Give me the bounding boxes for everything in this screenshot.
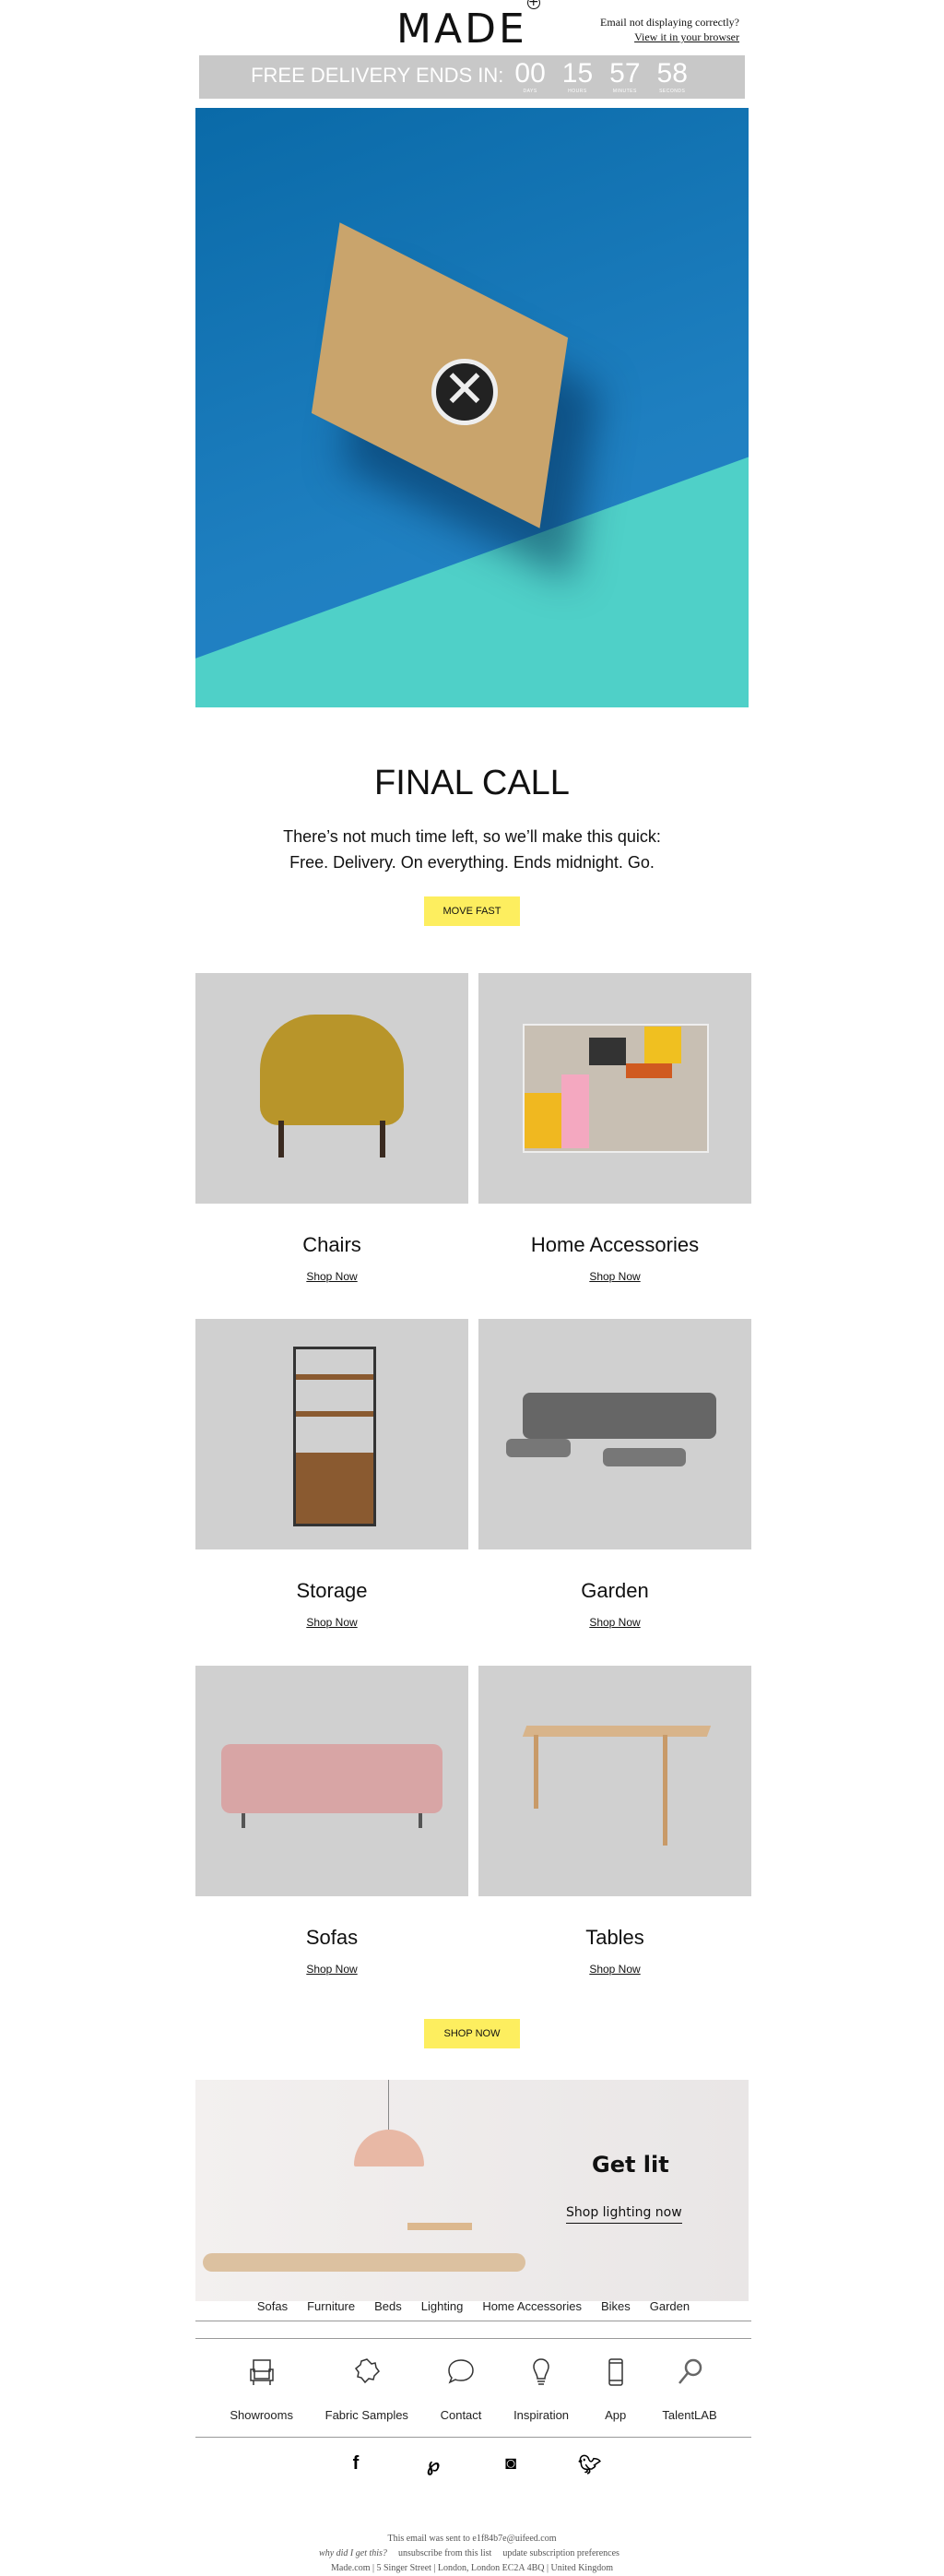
divider xyxy=(195,2437,751,2438)
shop-now-link[interactable]: Shop Now xyxy=(478,1270,751,1283)
footer-nav-furniture[interactable]: Furniture xyxy=(307,2299,355,2313)
footer-nav-beds[interactable]: Beds xyxy=(374,2299,402,2313)
table-image[interactable] xyxy=(478,1666,751,1896)
sent-to-text: This email was sent to e1f84b7e@uifeed.c… xyxy=(387,2534,557,2544)
update-preferences-link[interactable]: update subscription preferences xyxy=(502,2548,620,2558)
shop-now-link[interactable]: Shop Now xyxy=(478,1616,751,1629)
footer-nav-home-accessories[interactable]: Home Accessories xyxy=(482,2299,582,2313)
service-label: Inspiration xyxy=(513,2408,570,2422)
countdown-unit: MINUTES xyxy=(612,89,637,94)
garden-furniture-image[interactable] xyxy=(478,1319,751,1549)
countdown-unit: HOURS xyxy=(568,89,587,94)
address-text: Made.com | 5 Singer Street | London, Lon… xyxy=(331,2563,613,2573)
chair-image[interactable] xyxy=(195,973,468,1204)
category-name: Garden xyxy=(581,1579,649,1602)
service-talentlab[interactable]: TalentLAB xyxy=(662,2356,717,2422)
rug-image[interactable] xyxy=(478,973,751,1204)
social-links: f ℘ ◙ 🐦︎ xyxy=(0,2453,944,2476)
logo-text: MADE xyxy=(396,6,527,53)
countdown-value: 15 xyxy=(561,58,594,89)
category-card-storage: Storage Shop Now xyxy=(195,1319,468,1629)
why-link[interactable]: why did I get this? xyxy=(319,2548,387,2558)
category-card-garden: Garden Shop Now xyxy=(478,1319,751,1629)
footer-nav-garden[interactable]: Garden xyxy=(650,2299,690,2313)
email-note: Email not displaying correctly? View it … xyxy=(600,15,739,44)
category-name: Tables xyxy=(585,1926,644,1949)
countdown-unit: DAYS xyxy=(523,89,537,94)
service-showrooms[interactable]: Showrooms xyxy=(230,2356,293,2422)
divider xyxy=(195,2338,751,2339)
speech-bubble-icon xyxy=(448,2359,474,2384)
countdown-label: FREE DELIVERY ENDS IN: xyxy=(251,63,504,87)
fabric-swatch-icon xyxy=(354,2358,380,2384)
unsubscribe-link[interactable]: unsubscribe from this list xyxy=(398,2548,491,2558)
instagram-icon[interactable]: ◙ xyxy=(501,2453,521,2476)
service-inspiration[interactable]: Inspiration xyxy=(513,2356,569,2422)
footer-nav-bikes[interactable]: Bikes xyxy=(601,2299,631,2313)
footer-category-nav: Sofas Furniture Beds Lighting Home Acces… xyxy=(195,2299,751,2313)
plus-icon: + xyxy=(526,0,540,10)
sofa-image[interactable] xyxy=(195,1666,468,1896)
shop-now-link[interactable]: Shop Now xyxy=(195,1616,468,1629)
category-card-tables: Tables Shop Now xyxy=(478,1666,751,1976)
category-name: Chairs xyxy=(302,1233,361,1256)
twitter-icon[interactable]: 🐦︎ xyxy=(578,2453,601,2476)
move-fast-button[interactable]: MOVE FAST xyxy=(424,896,520,926)
page-title: FINAL CALL xyxy=(374,764,570,802)
shop-now-link[interactable]: Shop Now xyxy=(195,1963,468,1976)
hero-image[interactable]: ✕ xyxy=(195,108,749,707)
shop-now-button[interactable]: SHOP NOW xyxy=(424,2019,520,2048)
plus-seal-icon: ✕ xyxy=(431,359,498,425)
countdown-minutes: 57 MINUTES xyxy=(609,58,641,95)
category-card-sofas: Sofas Shop Now xyxy=(195,1666,468,1976)
countdown-unit: SECONDS xyxy=(659,89,686,94)
footer-nav-lighting[interactable]: Lighting xyxy=(421,2299,464,2313)
service-label: TalentLAB xyxy=(662,2408,717,2422)
countdown-value: 58 xyxy=(656,58,688,89)
category-name: Sofas xyxy=(305,1926,359,1949)
lightbulb-icon xyxy=(533,2358,549,2385)
service-fabric-samples[interactable]: Fabric Samples xyxy=(325,2356,408,2422)
shelving-image[interactable] xyxy=(195,1319,468,1549)
countdown-hours: 15 HOURS xyxy=(561,58,594,95)
armchair-icon xyxy=(249,2359,274,2385)
countdown-value: 57 xyxy=(609,58,641,89)
service-contact[interactable]: Contact xyxy=(440,2356,482,2422)
shop-now-link[interactable]: Shop Now xyxy=(478,1963,751,1976)
category-card-chairs: Chairs Shop Now xyxy=(195,973,468,1283)
pinterest-icon[interactable]: ℘ xyxy=(423,2453,443,2476)
countdown-days: 00 DAYS xyxy=(514,58,546,95)
facebook-icon[interactable]: f xyxy=(346,2453,366,2476)
countdown-seconds: 58 SECONDS xyxy=(656,58,688,95)
made-logo[interactable]: MADE+ xyxy=(396,0,540,53)
service-nav: Showrooms Fabric Samples Contact Inspira… xyxy=(195,2356,751,2422)
category-name: Storage xyxy=(296,1579,368,1602)
service-app[interactable]: App xyxy=(601,2356,631,2422)
service-label: Fabric Samples xyxy=(324,2408,408,2422)
countdown-banner: FREE DELIVERY ENDS IN: 00 DAYS 15 HOURS 57… xyxy=(199,55,745,99)
email-note-text: Email not displaying correctly? xyxy=(600,16,739,29)
category-name: Home Accessories xyxy=(530,1233,700,1256)
category-card-home-accessories: Home Accessories Shop Now xyxy=(478,973,751,1283)
service-label: Showrooms xyxy=(230,2408,293,2422)
intro-line: Free. Delivery. On everything. Ends midn… xyxy=(289,853,655,872)
magnifier-icon xyxy=(678,2358,702,2384)
shop-lighting-link[interactable]: Shop lighting now xyxy=(566,2205,682,2224)
intro-line: There’s not much time left, so we’ll mak… xyxy=(283,827,661,846)
countdown-value: 00 xyxy=(514,58,546,89)
service-label: App xyxy=(605,2408,627,2422)
view-in-browser-link[interactable]: View it in your browser xyxy=(634,30,739,43)
legal-footer: This email was sent to e1f84b7e@uifeed.c… xyxy=(0,2532,944,2576)
service-label: Contact xyxy=(440,2408,482,2422)
phone-icon xyxy=(608,2358,623,2386)
lighting-banner[interactable]: Get lit Shop lighting now xyxy=(195,2080,749,2301)
banner-title: Get lit xyxy=(592,2152,669,2178)
footer-nav-sofas[interactable]: Sofas xyxy=(257,2299,288,2313)
intro-text: There’s not much time left, so we’ll mak… xyxy=(0,824,944,875)
shop-now-link[interactable]: Shop Now xyxy=(195,1270,468,1283)
